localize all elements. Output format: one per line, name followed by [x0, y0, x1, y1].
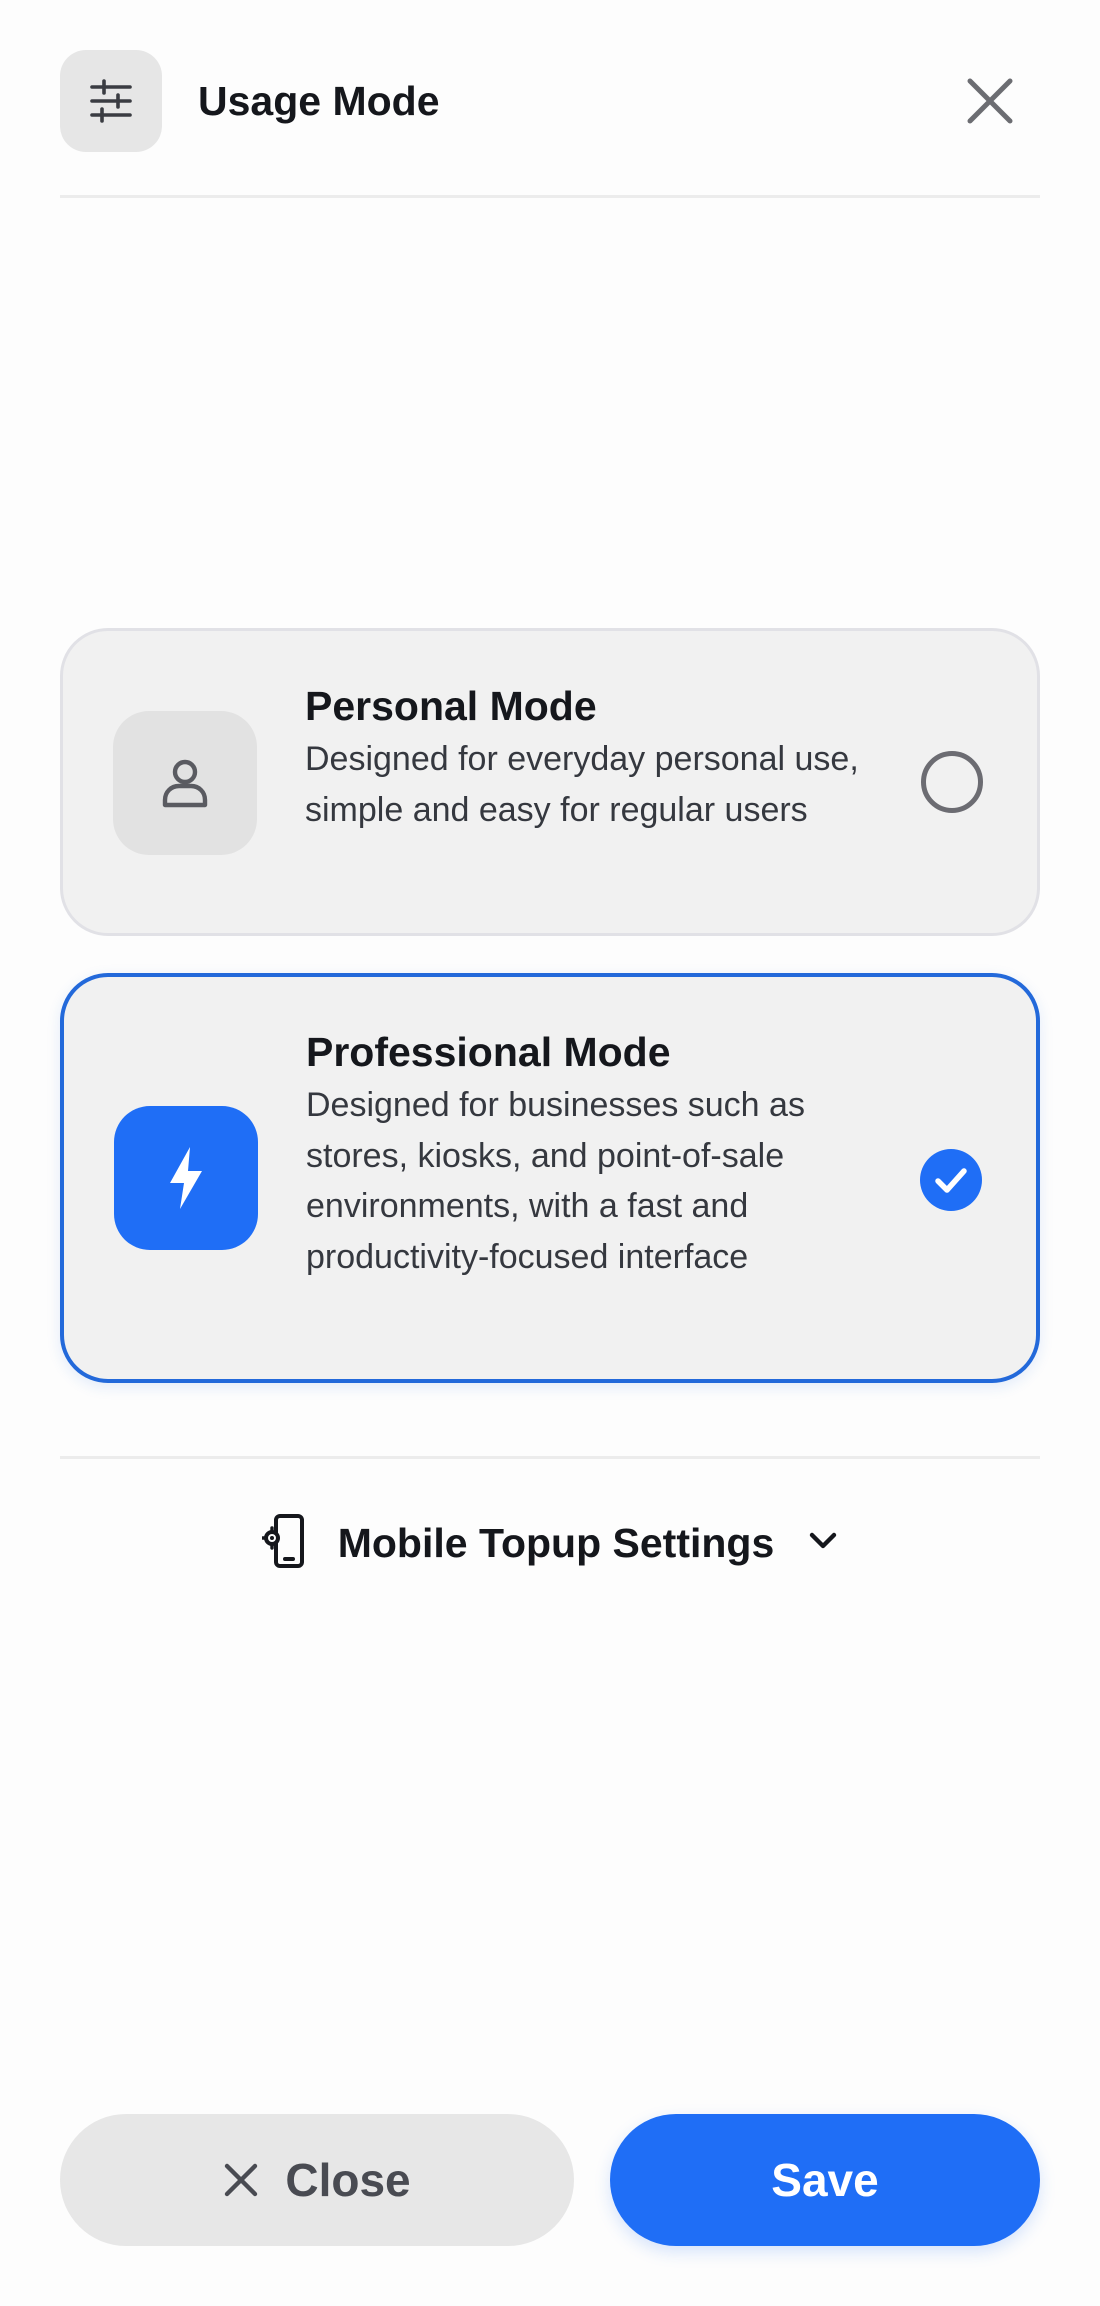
radio-personal-mode[interactable] — [921, 751, 983, 813]
save-button-label: Save — [771, 2154, 879, 2206]
close-icon — [223, 2162, 259, 2198]
sliders-icon — [60, 50, 162, 152]
header: Usage Mode — [60, 50, 1040, 152]
close-button[interactable]: Close — [60, 2114, 574, 2246]
mode-title: Professional Mode — [306, 1029, 671, 1075]
header-divider — [60, 195, 1040, 198]
person-icon — [113, 711, 257, 855]
close-button-label: Close — [285, 2154, 411, 2206]
usage-mode-screen: Usage Mode Personal Mode Designed for ev… — [0, 0, 1100, 2306]
mode-card-personal[interactable]: Personal Mode Designed for everyday pers… — [60, 628, 1040, 936]
save-button[interactable]: Save — [610, 2114, 1040, 2246]
lightning-icon — [114, 1106, 258, 1250]
phone-settings-icon — [260, 1513, 306, 1574]
mode-description: Designed for everyday personal use, simp… — [305, 740, 859, 829]
mobile-topup-settings-label: Mobile Topup Settings — [337, 1519, 775, 1566]
chevron-down-icon — [808, 1531, 838, 1556]
mode-description: Designed for businesses such as stores, … — [306, 1086, 805, 1276]
page-title: Usage Mode — [198, 77, 440, 124]
mobile-topup-settings-toggle[interactable]: Mobile Topup Settings — [0, 1510, 1100, 1576]
radio-professional-mode[interactable] — [920, 1149, 982, 1211]
mode-card-professional[interactable]: Professional Mode Designed for businesse… — [60, 973, 1040, 1383]
mode-title: Personal Mode — [305, 683, 597, 729]
section-divider — [60, 1456, 1040, 1459]
close-icon[interactable] — [960, 71, 1020, 131]
